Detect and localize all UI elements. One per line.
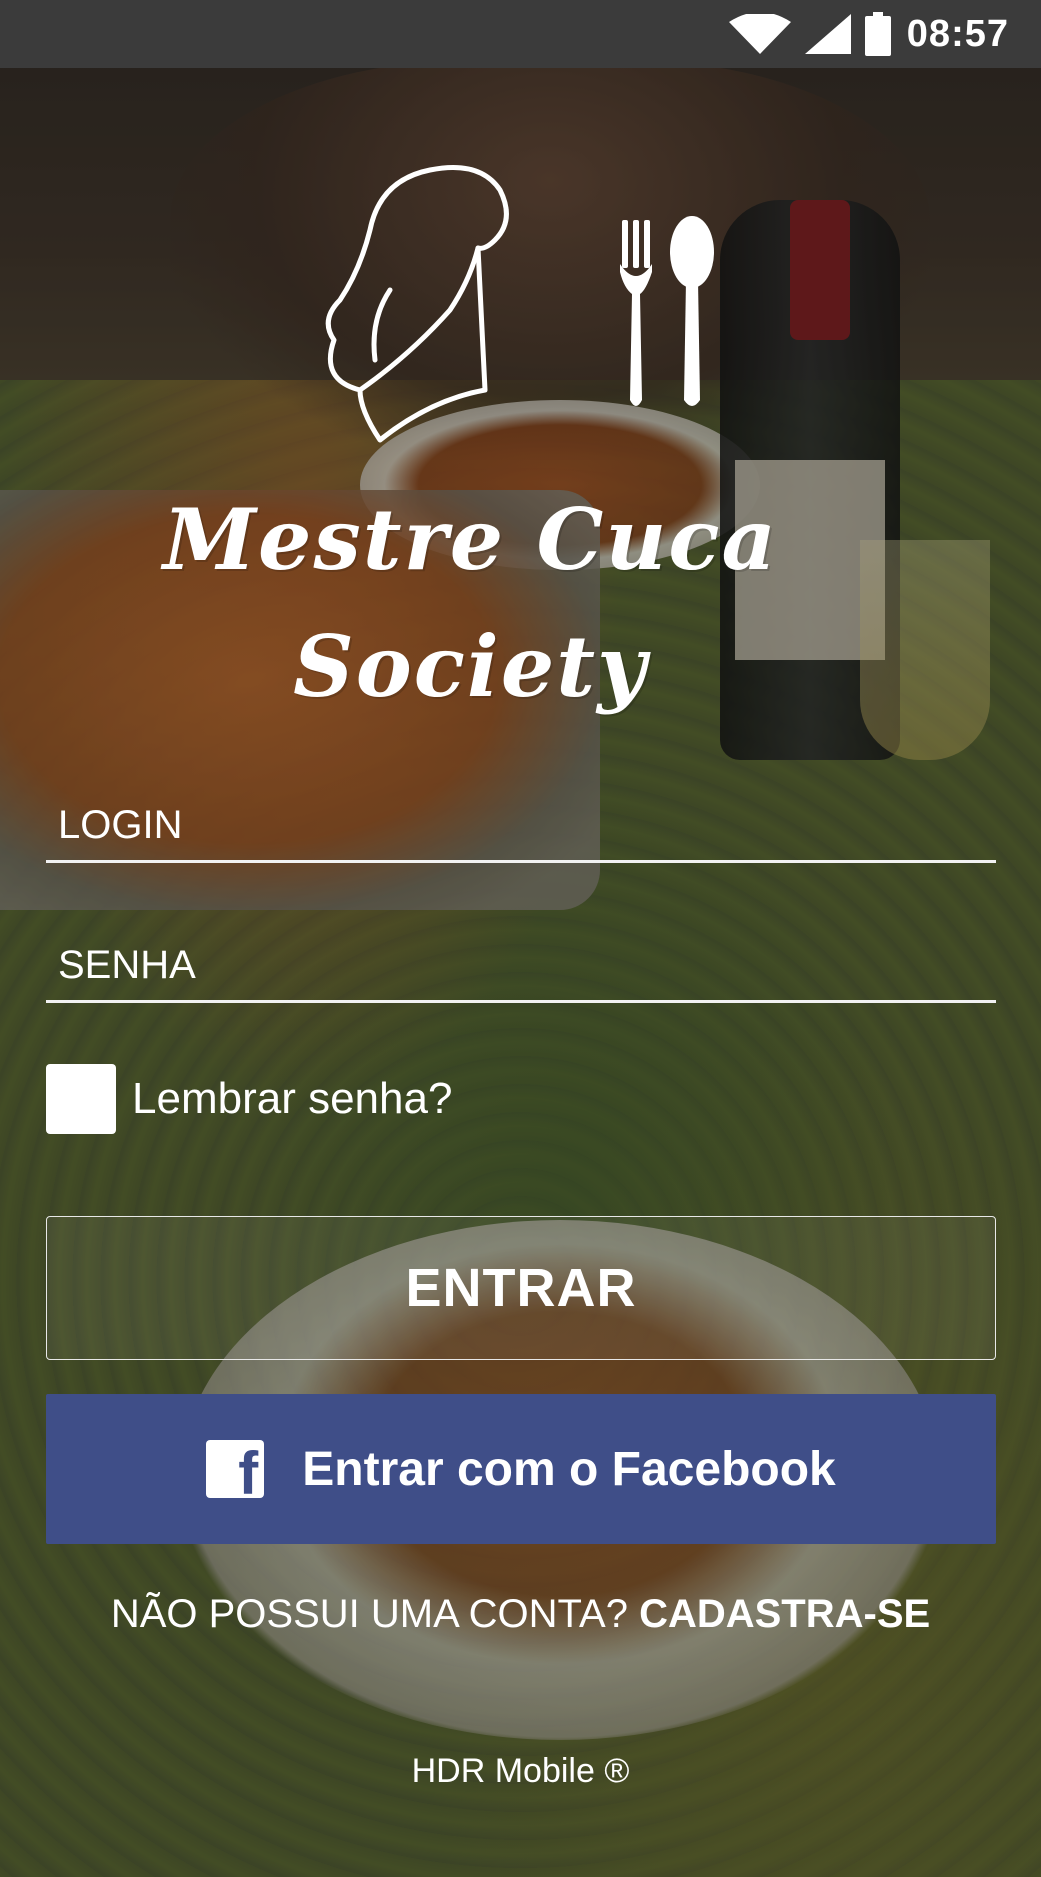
facebook-login-label: Entrar com o Facebook — [302, 1442, 836, 1496]
brand-subtitle: Society — [293, 617, 648, 716]
cellular-signal-icon — [804, 14, 851, 54]
fork-icon — [620, 220, 652, 406]
remember-password-row[interactable]: Lembrar senha? — [46, 1064, 452, 1134]
facebook-icon: f — [206, 1440, 265, 1504]
login-input[interactable] — [46, 790, 996, 860]
wifi-icon — [728, 14, 791, 54]
signup-link[interactable]: CADASTRA-SE — [639, 1592, 930, 1636]
remember-password-label: Lembrar senha? — [132, 1074, 453, 1123]
status-bar: 08:57 — [0, 0, 1041, 68]
chef-hat-icon — [325, 165, 509, 443]
footer-credit: HDR Mobile ® — [411, 1752, 630, 1790]
battery-icon — [864, 12, 891, 56]
spoon-icon — [670, 216, 714, 406]
app-logo — [300, 160, 740, 460]
password-field — [46, 930, 996, 1003]
password-input[interactable] — [46, 930, 996, 1000]
signup-prompt: NÃO POSSUI UMA CONTA? CADASTRA-SE — [0, 1592, 1041, 1637]
status-time: 08:57 — [906, 12, 1009, 55]
remember-password-checkbox[interactable] — [46, 1064, 116, 1134]
brand-title: Mestre Cuca — [163, 490, 778, 589]
login-button[interactable]: ENTRAR — [46, 1216, 996, 1360]
facebook-login-button[interactable]: f Entrar com o Facebook — [46, 1394, 996, 1544]
login-field — [46, 790, 996, 863]
signup-text: NÃO POSSUI UMA CONTA? — [110, 1592, 640, 1636]
